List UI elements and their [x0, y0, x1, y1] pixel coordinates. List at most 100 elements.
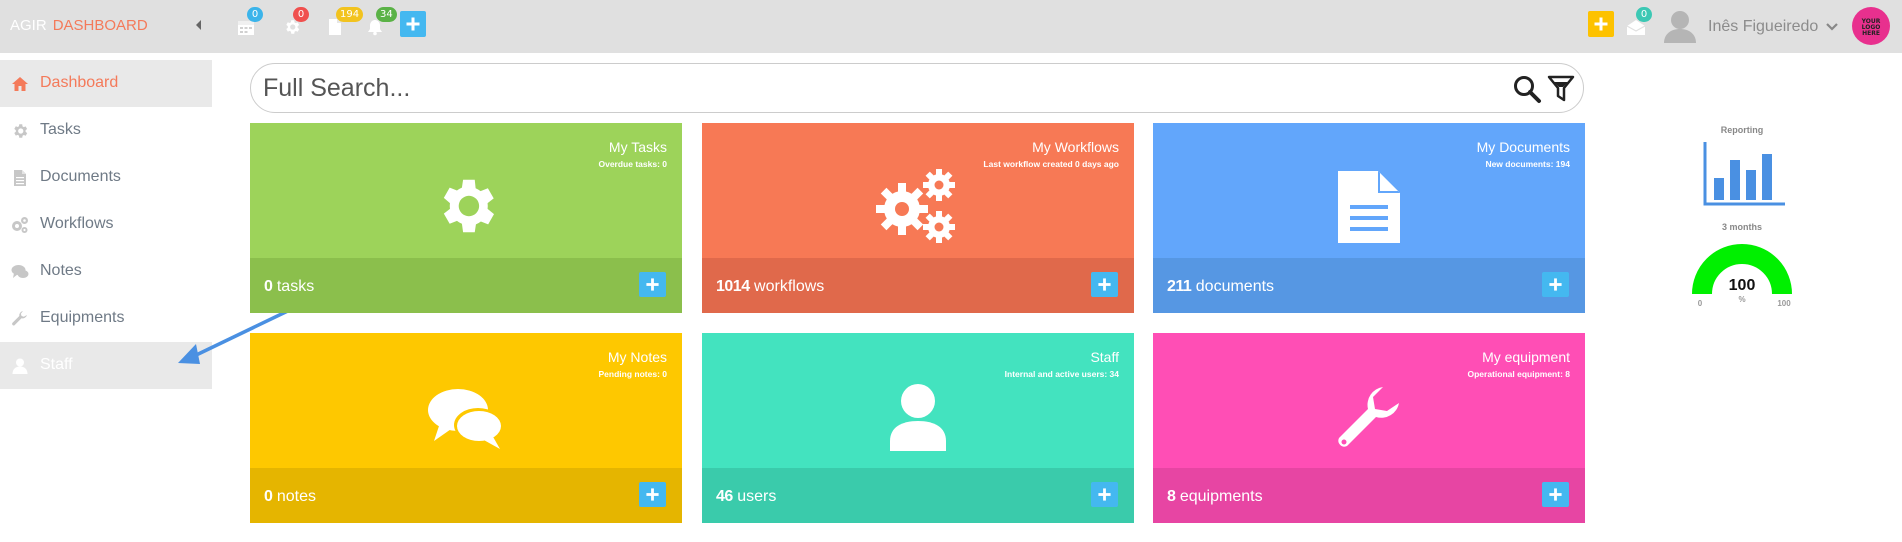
tile-count-unit: documents	[1195, 278, 1275, 295]
tile-my-workflows[interactable]: My Workflows Last workflow created 0 day…	[702, 123, 1134, 313]
calendar-button[interactable]: 0	[233, 7, 263, 42]
gauge-unit: %	[1738, 295, 1745, 304]
tile-footer: 0 notes	[250, 468, 682, 523]
tile-title: Staff	[1090, 349, 1119, 365]
add-note-button[interactable]	[639, 482, 666, 507]
tile-count-value: 8	[1167, 488, 1176, 505]
gauge: 100 % 0 100	[1692, 244, 1792, 308]
tile-title: My Notes	[607, 349, 667, 365]
tile-count: 211 documents	[1167, 278, 1274, 296]
tile-subtitle: Overdue tasks: 0	[598, 159, 667, 169]
home-icon	[12, 77, 28, 91]
documents-button[interactable]: 194	[322, 7, 364, 42]
tile-count: 1014 workflows	[716, 278, 824, 296]
brand[interactable]: AGIR DASHBOARD	[10, 17, 148, 34]
tile-title: My Tasks	[608, 139, 667, 155]
tile-footer: 46 users	[702, 468, 1134, 523]
create-button[interactable]	[1588, 11, 1614, 37]
tile-count-value: 0	[264, 488, 273, 505]
logo-text-line: HERE	[1862, 30, 1880, 37]
sidebar-item-label: Equipments	[40, 309, 125, 326]
gauge-min: 0	[1698, 299, 1703, 306]
tile-staff[interactable]: Staff Internal and active users: 34 46 u…	[702, 333, 1134, 523]
tile-count: 46 users	[716, 488, 776, 506]
tile-footer: 1014 workflows	[702, 258, 1134, 313]
messages-badge: 0	[1636, 7, 1652, 22]
sidebar-item-workflows[interactable]: Workflows	[0, 201, 212, 248]
user-icon	[12, 358, 28, 374]
tile-subtitle: Internal and active users: 34	[1004, 369, 1119, 379]
tile-my-equipment[interactable]: My equipment Operational equipment: 8 8 …	[1153, 333, 1585, 523]
search-bar	[250, 63, 1584, 113]
plus-icon	[1098, 488, 1111, 501]
tile-count: 8 equipments	[1167, 488, 1263, 506]
gear-icon	[443, 179, 494, 233]
tile-subtitle: Operational equipment: 8	[1467, 369, 1571, 379]
reporting-widget[interactable]: Reporting 3 months 100 % 0 100	[1690, 125, 1794, 308]
calendar-badge: 0	[247, 7, 263, 22]
tile-count-unit: workflows	[754, 278, 825, 295]
plus-icon	[646, 488, 659, 501]
filter-icon[interactable]	[1547, 74, 1575, 104]
sidebar-item-label: Workflows	[40, 215, 114, 232]
tile-count-value: 1014	[716, 278, 750, 295]
gear-icon	[14, 124, 28, 138]
tile-count-unit: tasks	[276, 278, 315, 295]
wrench-icon	[12, 311, 27, 326]
brand-section: DASHBOARD	[52, 17, 148, 34]
tile-my-documents[interactable]: My Documents New documents: 194 211 docu…	[1153, 123, 1585, 313]
plus-icon	[1549, 488, 1562, 501]
sidebar-item-dashboard[interactable]: Dashboard	[0, 60, 212, 107]
documents-badge: 194	[336, 7, 364, 22]
reporting-label: Reporting	[1720, 125, 1764, 135]
sidebar-item-label: Documents	[40, 168, 121, 185]
user-menu[interactable]: Inês Figueiredo	[1662, 9, 1838, 43]
tile-count-value: 0	[264, 278, 273, 295]
tile-count-unit: users	[737, 488, 777, 505]
notifications-badge: 34	[376, 7, 397, 22]
tile-my-tasks[interactable]: My Tasks Overdue tasks: 0 0 tasks	[250, 123, 682, 313]
comments-icon	[428, 389, 502, 449]
brand-name: AGIR	[10, 17, 47, 34]
search-icon[interactable]	[1512, 74, 1542, 104]
tile-subtitle: Last workflow created 0 days ago	[983, 159, 1119, 169]
gears-icon	[12, 217, 28, 233]
bar-chart-icon	[1703, 142, 1785, 206]
add-workflow-button[interactable]	[1091, 272, 1118, 297]
user-name: Inês Figueiredo	[1708, 18, 1819, 35]
user-avatar-icon	[1664, 11, 1696, 43]
search-input[interactable]	[263, 72, 1483, 104]
gauge-max: 100	[1777, 299, 1791, 306]
tile-my-notes[interactable]: My Notes Pending notes: 0 0 notes	[250, 333, 682, 523]
tile-title: My Documents	[1476, 139, 1570, 155]
tile-count-value: 46	[716, 488, 733, 505]
tile-footer: 8 equipments	[1153, 468, 1585, 523]
sidebar-item-label: Notes	[40, 262, 82, 279]
add-equipment-button[interactable]	[1542, 482, 1569, 507]
sidebar-item-documents[interactable]: Documents	[0, 154, 212, 201]
settings-button[interactable]: 0	[279, 7, 309, 42]
tile-count-unit: notes	[276, 488, 316, 505]
plus-icon	[406, 17, 420, 31]
gauge-value: 100	[1729, 277, 1756, 294]
notifications-button[interactable]: 34	[362, 7, 397, 42]
comments-icon	[11, 265, 29, 278]
settings-badge: 0	[293, 7, 309, 22]
sidebar-item-notes[interactable]: Notes	[0, 248, 212, 295]
company-logo[interactable]: YOUR LOGO HERE	[1852, 7, 1890, 45]
tile-count: 0 notes	[264, 488, 316, 506]
tile-title: My Workflows	[1032, 139, 1119, 155]
plus-icon	[1594, 17, 1608, 31]
add-document-button[interactable]	[1542, 272, 1569, 297]
tile-subtitle: Pending notes: 0	[598, 369, 667, 379]
collapse-sidebar-icon[interactable]	[193, 17, 207, 35]
sidebar-item-tasks[interactable]: Tasks	[0, 107, 212, 154]
quick-add-button[interactable]	[400, 11, 426, 37]
add-task-button[interactable]	[639, 272, 666, 297]
sidebar-item-label: Staff	[40, 356, 73, 373]
tile-count-value: 211	[1167, 278, 1192, 295]
tile-count-unit: equipments	[1179, 488, 1263, 505]
add-user-button[interactable]	[1091, 482, 1118, 507]
messages-button[interactable]: 0	[1622, 7, 1652, 42]
tile-count: 0 tasks	[264, 278, 314, 296]
